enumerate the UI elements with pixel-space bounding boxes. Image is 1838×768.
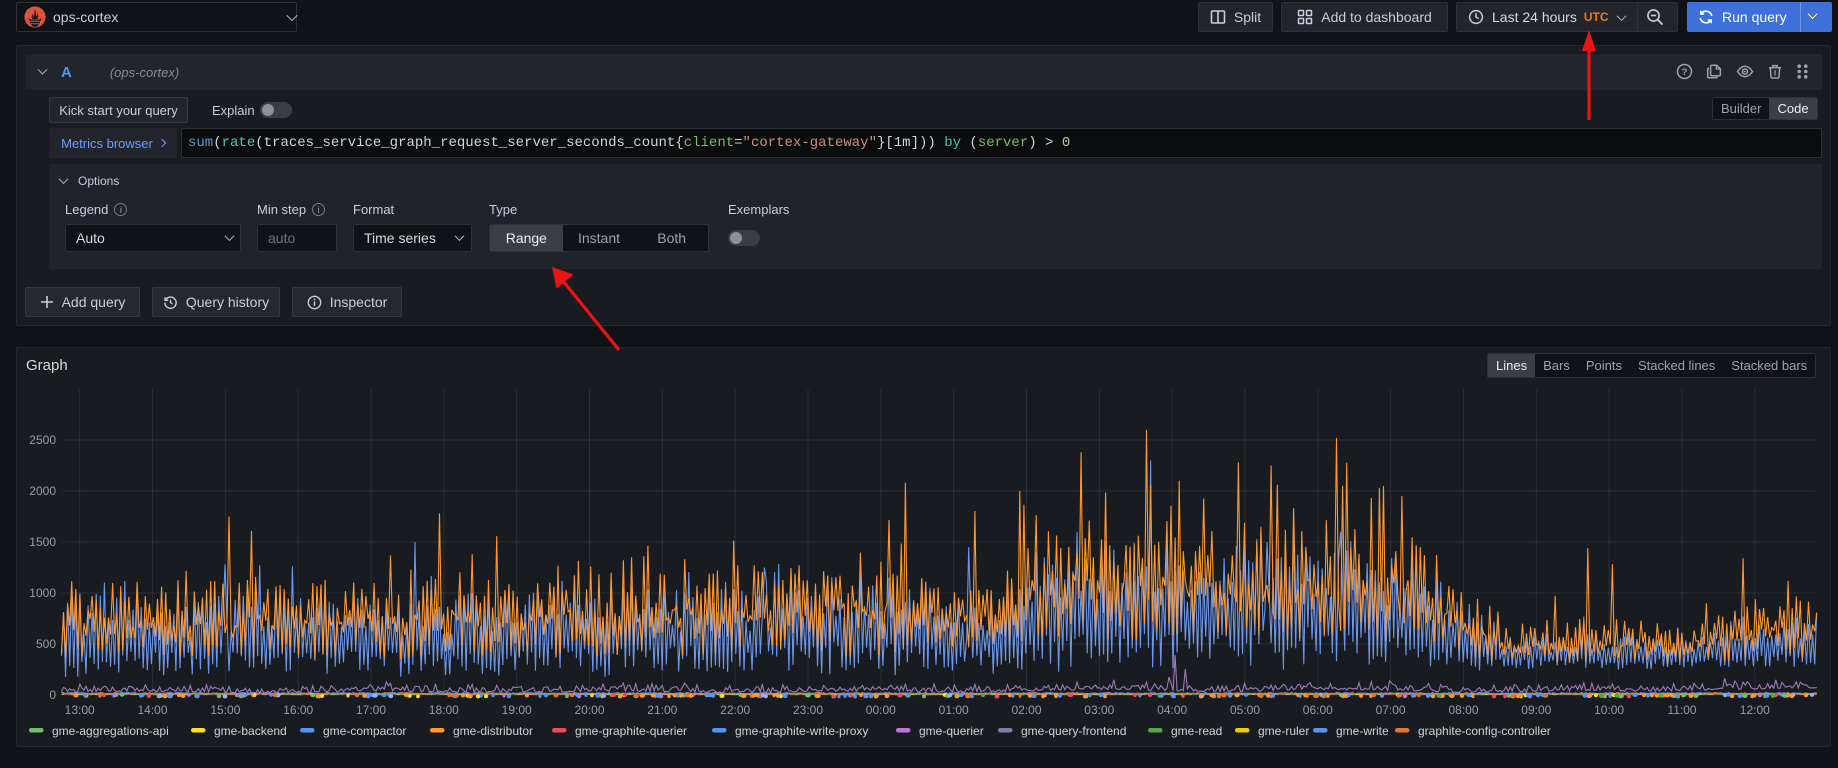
svg-text:04:00: 04:00	[1157, 703, 1187, 717]
svg-text:1000: 1000	[29, 586, 56, 600]
svg-text:18:00: 18:00	[429, 703, 459, 717]
svg-text:?: ?	[1682, 67, 1688, 78]
svg-text:01:00: 01:00	[939, 703, 969, 717]
svg-text:gme-query-frontend: gme-query-frontend	[1021, 724, 1126, 738]
svg-text:17:00: 17:00	[356, 703, 386, 717]
svg-text:08:00: 08:00	[1448, 703, 1478, 717]
svg-text:500: 500	[36, 637, 56, 651]
svg-text:22:00: 22:00	[720, 703, 750, 717]
svg-text:gme-ruler: gme-ruler	[1258, 724, 1309, 738]
svg-text:21:00: 21:00	[647, 703, 677, 717]
svg-text:gme-distributor: gme-distributor	[453, 724, 533, 738]
svg-text:gme-graphite-write-proxy: gme-graphite-write-proxy	[735, 724, 868, 738]
svg-text:1500: 1500	[29, 535, 56, 549]
svg-text:graphite-config-controller: graphite-config-controller	[1418, 724, 1551, 738]
svg-text:20:00: 20:00	[574, 703, 604, 717]
svg-text:19:00: 19:00	[502, 703, 532, 717]
svg-text:0: 0	[49, 688, 56, 702]
svg-text:gme-querier: gme-querier	[919, 724, 984, 738]
svg-text:12:00: 12:00	[1740, 703, 1770, 717]
svg-text:2000: 2000	[29, 484, 56, 498]
svg-text:03:00: 03:00	[1084, 703, 1114, 717]
svg-text:11:00: 11:00	[1667, 703, 1696, 717]
svg-text:16:00: 16:00	[283, 703, 313, 717]
svg-text:14:00: 14:00	[137, 703, 167, 717]
svg-text:05:00: 05:00	[1230, 703, 1260, 717]
svg-text:23:00: 23:00	[793, 703, 823, 717]
svg-text:2500: 2500	[29, 433, 56, 447]
svg-text:gme-backend: gme-backend	[214, 724, 287, 738]
svg-text:06:00: 06:00	[1303, 703, 1333, 717]
svg-text:07:00: 07:00	[1376, 703, 1406, 717]
svg-text:10:00: 10:00	[1594, 703, 1624, 717]
svg-text:gme-compactor: gme-compactor	[323, 724, 406, 738]
svg-text:gme-graphite-querier: gme-graphite-querier	[575, 724, 687, 738]
svg-text:gme-aggregations-api: gme-aggregations-api	[52, 724, 169, 738]
svg-text:gme-read: gme-read	[1171, 724, 1222, 738]
svg-text:15:00: 15:00	[210, 703, 240, 717]
svg-text:13:00: 13:00	[65, 703, 95, 717]
svg-text:09:00: 09:00	[1521, 703, 1551, 717]
svg-text:02:00: 02:00	[1011, 703, 1041, 717]
svg-text:gme-write: gme-write	[1336, 724, 1389, 738]
svg-text:00:00: 00:00	[866, 703, 896, 717]
